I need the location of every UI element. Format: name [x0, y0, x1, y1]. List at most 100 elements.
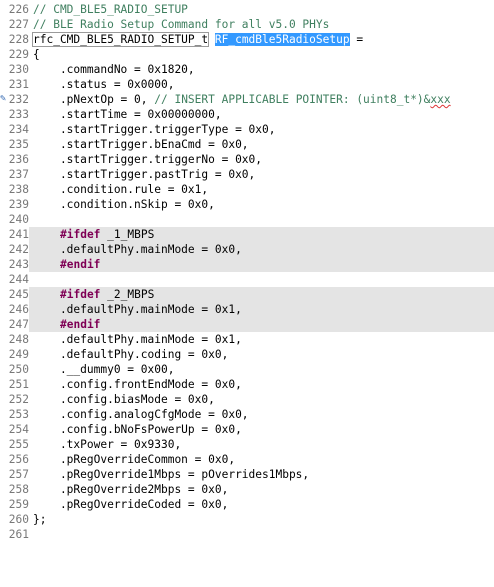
line-number: 228	[0, 32, 29, 47]
code-line[interactable]: 250 .__dummy0 = 0x00,	[0, 362, 494, 377]
line-number: 251	[0, 377, 29, 392]
code-line[interactable]: 234 .startTrigger.triggerType = 0x0,	[0, 122, 494, 137]
code-line[interactable]: 232 ✎ .pNextOp = 0, // INSERT APPLICABLE…	[0, 92, 494, 107]
macro-name: _2_MBPS	[100, 288, 155, 301]
line-number: 255	[0, 437, 29, 452]
selected-identifier[interactable]: RF_cmdBle5RadioSetup	[214, 33, 350, 46]
code-text: .startTrigger.pastTrig = 0x0,	[33, 168, 256, 181]
code-line[interactable]: 256 .pRegOverrideCommon = 0x0,	[0, 452, 494, 467]
code-line[interactable]: 235 .startTrigger.bEnaCmd = 0x0,	[0, 137, 494, 152]
macro-name: _1_MBPS	[100, 228, 155, 241]
code-text: .defaultPhy.coding = 0x0,	[33, 348, 229, 361]
line-number: 254	[0, 422, 29, 437]
code-text: #endif	[60, 257, 100, 272]
code-line[interactable]: 252 .config.biasMode = 0x0,	[0, 392, 494, 407]
line-number: 235	[0, 137, 29, 152]
code-text: .txPower = 0x9330,	[33, 438, 182, 451]
line-number: 237	[0, 167, 29, 182]
preprocessor-keyword: #endif	[60, 258, 101, 271]
inline-comment: // INSERT APPLICABLE POINTER: (uint8_t*)…	[154, 93, 431, 106]
spelling-warning[interactable]: xxx	[430, 93, 450, 106]
line-number: 234	[0, 122, 29, 137]
code-line[interactable]: 237 .startTrigger.pastTrig = 0x0,	[0, 167, 494, 182]
code-tail: =	[349, 33, 364, 46]
line-number: 249	[0, 347, 29, 362]
line-number: 248	[0, 332, 29, 347]
code-line[interactable]: 249 .defaultPhy.coding = 0x0,	[0, 347, 494, 362]
code-line[interactable]: 261	[0, 527, 494, 542]
code-line[interactable]: 228 rfc_CMD_BLE5_RADIO_SETUP_t RF_cmdBle…	[0, 32, 494, 47]
code-line[interactable]: 244	[0, 272, 494, 287]
code-text: .defaultPhy.mainMode = 0x1,	[33, 303, 242, 316]
code-text: .pRegOverrideCommon = 0x0,	[33, 453, 236, 466]
line-number: 252	[0, 392, 29, 407]
code-line[interactable]: 259 .pRegOverrideCoded = 0x0,	[0, 497, 494, 512]
code-text: .startTrigger.bEnaCmd = 0x0,	[33, 138, 249, 151]
code-line[interactable]: 229 {	[0, 47, 494, 62]
code-text: .config.analogCfgMode = 0x0,	[33, 408, 249, 421]
code-editor[interactable]: 226 // CMD_BLE5_RADIO_SETUP 227 // BLE R…	[0, 0, 494, 550]
code-line[interactable]: 251 .config.frontEndMode = 0x0,	[0, 377, 494, 392]
line-number: 238	[0, 182, 29, 197]
line-number: 258	[0, 482, 29, 497]
code-line-inactive[interactable]: 241 #ifdef _1_MBPS	[0, 227, 494, 242]
code-text: #ifdef _2_MBPS	[60, 287, 154, 302]
code-text: {	[33, 48, 40, 61]
code-text: .config.biasMode = 0x0,	[33, 393, 215, 406]
code-text: // BLE Radio Setup Command for all v5.0 …	[33, 18, 330, 31]
code-line[interactable]: 231 .status = 0x0000,	[0, 77, 494, 92]
code-line[interactable]: 230 .commandNo = 0x1820,	[0, 62, 494, 77]
code-text: };	[33, 513, 47, 526]
line-number: 246	[0, 302, 29, 317]
preprocessor-keyword: #ifdef	[60, 288, 101, 301]
line-number: 243	[0, 257, 29, 272]
line-number: 250	[0, 362, 29, 377]
code-line[interactable]: 248 .defaultPhy.mainMode = 0x1,	[0, 332, 494, 347]
line-number: 229	[0, 47, 29, 62]
line-number: 245	[0, 287, 29, 302]
code-line[interactable]: 240	[0, 212, 494, 227]
code-text: .defaultPhy.mainMode = 0x0,	[33, 243, 242, 256]
code-text: .condition.nSkip = 0x0,	[33, 198, 215, 211]
line-number: 236	[0, 152, 29, 167]
type-name[interactable]: rfc_CMD_BLE5_RADIO_SETUP_t	[32, 32, 210, 47]
line-number: 233	[0, 107, 29, 122]
line-number: 242	[0, 242, 29, 257]
code-line[interactable]: 258 .pRegOverride2Mbps = 0x0,	[0, 482, 494, 497]
code-text: // CMD_BLE5_RADIO_SETUP	[33, 3, 188, 16]
line-number: 241	[0, 227, 29, 242]
line-number: 260	[0, 512, 29, 527]
code-text: .pRegOverride1Mbps = pOverrides1Mbps,	[33, 468, 310, 481]
code-line[interactable]: 239 .condition.nSkip = 0x0,	[0, 197, 494, 212]
code-line[interactable]: 226 // CMD_BLE5_RADIO_SETUP	[0, 2, 494, 17]
code-line[interactable]: 254 .config.bNoFsPowerUp = 0x0,	[0, 422, 494, 437]
code-line[interactable]: 238 .condition.rule = 0x1,	[0, 182, 494, 197]
code-line-inactive[interactable]: 247 #endif	[0, 317, 494, 332]
code-line[interactable]: 255 .txPower = 0x9330,	[0, 437, 494, 452]
line-number: 239	[0, 197, 29, 212]
code-text: #ifdef _1_MBPS	[60, 227, 154, 242]
line-number: 261	[0, 527, 29, 542]
line-number: 253	[0, 407, 29, 422]
line-number: 259	[0, 497, 29, 512]
code-line-inactive[interactable]: 246 .defaultPhy.mainMode = 0x1,	[0, 302, 494, 317]
code-text: .startTrigger.triggerNo = 0x0,	[33, 153, 263, 166]
preprocessor-keyword: #ifdef	[60, 228, 101, 241]
code-text: .config.frontEndMode = 0x0,	[33, 378, 242, 391]
code-line[interactable]: 233 .startTime = 0x00000000,	[0, 107, 494, 122]
code-line[interactable]: 257 .pRegOverride1Mbps = pOverrides1Mbps…	[0, 467, 494, 482]
code-line[interactable]: 260 };	[0, 512, 494, 527]
code-line[interactable]: 236 .startTrigger.triggerNo = 0x0,	[0, 152, 494, 167]
code-text: .status = 0x0000,	[33, 78, 175, 91]
quick-fix-marker-icon[interactable]: ✎	[0, 94, 8, 104]
line-number: 256	[0, 452, 29, 467]
code-before-comment: .pNextOp = 0,	[33, 93, 155, 106]
code-line-inactive[interactable]: 243 #endif	[0, 257, 494, 272]
code-line[interactable]: 227 // BLE Radio Setup Command for all v…	[0, 17, 494, 32]
code-line[interactable]: 253 .config.analogCfgMode = 0x0,	[0, 407, 494, 422]
code-text: .startTime = 0x00000000,	[33, 108, 222, 121]
code-line-inactive[interactable]: 245 #ifdef _2_MBPS	[0, 287, 494, 302]
code-text: .config.bNoFsPowerUp = 0x0,	[33, 423, 242, 436]
code-line-inactive[interactable]: 242 .defaultPhy.mainMode = 0x0,	[0, 242, 494, 257]
line-number: 247	[0, 317, 29, 332]
